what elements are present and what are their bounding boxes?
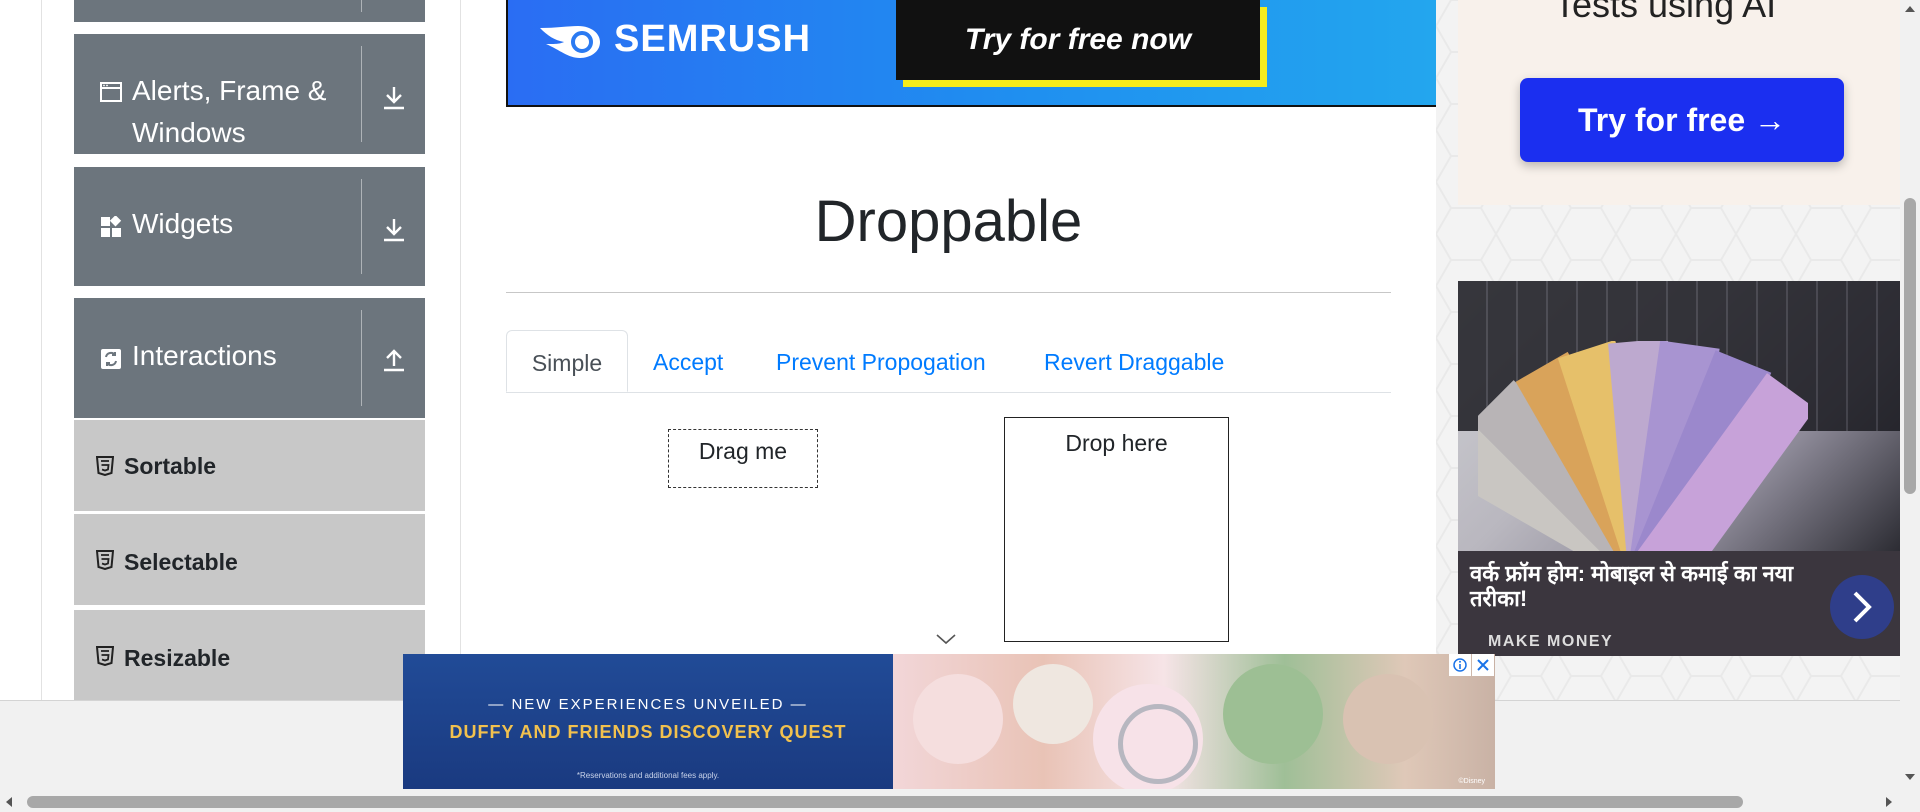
tab-revert-draggable[interactable]: Revert Draggable xyxy=(1044,330,1224,392)
disney-ad-disclaimer: *Reservations and additional fees apply. xyxy=(576,771,720,780)
window-icon xyxy=(100,81,122,103)
disney-ad-text-panel: — NEW EXPERIENCES UNVEILED — DUFFY AND F… xyxy=(403,654,893,789)
semrush-fireball-icon xyxy=(540,25,600,58)
sidebar-item-selectable[interactable]: Selectable xyxy=(74,514,425,607)
plush-toys-image: ©Disney xyxy=(893,654,1495,789)
money-ad-caption: वर्क फ्रॉम होम: मोबाइल से कमाई का नया तर… xyxy=(1458,551,1900,656)
sidebar-group-interactions[interactable]: Interactions xyxy=(74,298,425,418)
ai-ad-title: Tests using AI xyxy=(1554,0,1777,25)
adchoices-icon[interactable] xyxy=(1449,654,1471,676)
tab-prevent-propogation[interactable]: Prevent Propogation xyxy=(776,330,986,392)
group-separator xyxy=(361,0,362,12)
sidebar-group-partial[interactable] xyxy=(74,0,425,22)
scroll-left-icon[interactable] xyxy=(2,795,16,809)
disney-ad-headline: DUFFY AND FRIENDS DISCOVERY QUEST xyxy=(449,722,847,742)
page: Alerts, Frame & Windows Widgets Interact… xyxy=(0,0,1900,700)
sidebar-item-label: Sortable xyxy=(124,453,217,479)
semrush-logo: SEMRUSH xyxy=(538,18,811,61)
semrush-brand: SEMRUSH xyxy=(614,18,812,60)
vertical-scrollbar-thumb[interactable] xyxy=(1904,198,1916,494)
close-icon[interactable] xyxy=(1472,654,1494,676)
disney-ad-banner[interactable]: — NEW EXPERIENCES UNVEILED — DUFFY AND F… xyxy=(403,654,1495,789)
ai-test-ad[interactable]: Tests using AI Try for free → xyxy=(1458,0,1900,205)
make-money-ad[interactable]: वर्क फ्रॉम होम: मोबाइल से कमाई का नया तर… xyxy=(1458,281,1900,656)
disney-ad-tagline: — NEW EXPERIENCES UNVEILED — xyxy=(488,696,808,713)
scroll-right-icon[interactable] xyxy=(1882,795,1896,809)
sidebar-border-right xyxy=(460,0,461,700)
html5-icon xyxy=(95,456,115,481)
sidebar-item-label: Resizable xyxy=(124,645,231,671)
sidebar-item-label: Selectable xyxy=(124,549,238,575)
magnifier-image xyxy=(1118,704,1198,784)
plush-toy xyxy=(1223,664,1323,764)
plush-toy xyxy=(1013,664,1093,744)
page-title: Droppable xyxy=(814,189,1083,254)
plush-toy xyxy=(1343,674,1433,764)
scroll-up-icon[interactable] xyxy=(1902,2,1918,16)
collapse-icon[interactable] xyxy=(374,340,414,380)
disney-ad-mark: ©Disney xyxy=(1458,778,1485,785)
tab-accept[interactable]: Accept xyxy=(653,330,723,392)
ai-try-button[interactable]: Try for free → xyxy=(1520,78,1844,162)
sidebar-group-alerts-frame-windows[interactable]: Alerts, Frame & Windows xyxy=(74,34,425,154)
droppable-box[interactable]: Drop here xyxy=(1004,417,1229,642)
widgets-icon xyxy=(100,216,122,238)
semrush-try-button[interactable]: Try for free now xyxy=(896,0,1260,80)
sidebar-group-label: Alerts, Frame & xyxy=(132,75,327,106)
title-divider xyxy=(506,292,1391,293)
horizontal-scrollbar-thumb[interactable] xyxy=(27,796,1743,808)
semrush-ad-banner[interactable]: SEMRUSH Try for free now xyxy=(506,0,1436,107)
sidebar-border-left xyxy=(41,0,42,700)
tab-simple[interactable]: Simple xyxy=(506,330,628,392)
html5-icon xyxy=(95,550,115,575)
sidebar-group-label: Interactions xyxy=(132,340,277,371)
expand-icon[interactable] xyxy=(374,78,414,118)
money-ad-category: MAKE MONEY xyxy=(1488,633,1614,650)
draggable-box[interactable]: Drag me xyxy=(668,429,818,488)
tab-bar: Simple Accept Prevent Propogation Revert… xyxy=(506,330,1391,393)
plush-toy xyxy=(913,674,1003,764)
group-separator xyxy=(361,46,362,142)
banknotes-image xyxy=(1478,341,1808,551)
expand-icon[interactable] xyxy=(374,210,414,250)
interactions-icon xyxy=(100,348,122,370)
money-ad-image xyxy=(1458,281,1900,551)
sidebar-group-label-line2: Windows xyxy=(132,117,246,148)
sidebar-group-widgets[interactable]: Widgets xyxy=(74,167,425,286)
html5-icon xyxy=(95,646,115,671)
chevron-right-icon[interactable] xyxy=(1830,575,1894,639)
money-ad-headline: वर्क फ्रॉम होम: मोबाइल से कमाई का नया तर… xyxy=(1470,561,1794,611)
chevron-down-icon[interactable] xyxy=(935,632,957,651)
group-separator xyxy=(361,310,362,406)
group-separator xyxy=(361,179,362,274)
sidebar-item-sortable[interactable]: Sortable xyxy=(74,420,425,513)
scroll-down-icon[interactable] xyxy=(1902,770,1918,784)
sidebar-item-resizable[interactable]: Resizable xyxy=(74,610,425,700)
sidebar-group-label: Widgets xyxy=(132,208,234,239)
